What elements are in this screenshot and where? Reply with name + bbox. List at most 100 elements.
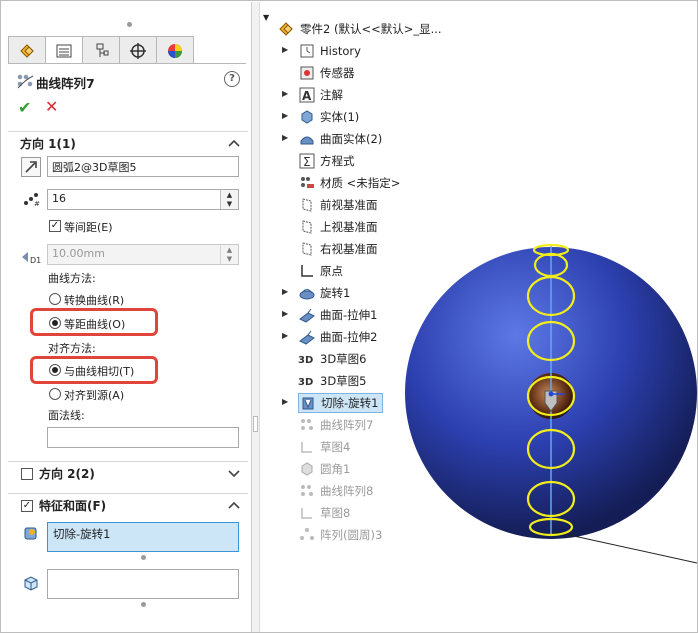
tab-property-manager[interactable] — [45, 36, 83, 64]
tree-item[interactable]: 曲面-拉伸1 — [298, 305, 377, 325]
svg-text:3D: 3D — [298, 355, 313, 366]
surface-extrude-icon — [298, 329, 316, 345]
tab-feature-manager[interactable] — [8, 36, 46, 64]
history-icon — [298, 43, 316, 59]
panel-grip[interactable] — [127, 22, 132, 27]
tree-item[interactable]: 旋转1 — [298, 283, 350, 303]
tree-expand-arrow[interactable]: ▶ — [282, 45, 288, 54]
help-icon[interactable]: ? — [224, 71, 240, 87]
spacing-spinner[interactable]: ▲ ▼ — [220, 245, 238, 264]
tree-item[interactable]: 草图4 — [298, 437, 350, 457]
tree-item[interactable]: 材质 <未指定> — [298, 173, 400, 193]
features-section-header[interactable]: ✓ 特征和面(F) — [8, 493, 248, 517]
panel-splitter[interactable] — [252, 2, 260, 632]
tree-root-arrow[interactable]: ▼ — [263, 13, 279, 22]
tree-item[interactable]: History — [298, 41, 361, 61]
faces-list-box[interactable] — [47, 569, 239, 599]
tree-item[interactable]: Σ 方程式 — [298, 151, 355, 171]
tree-expand-arrow[interactable]: ▶ — [282, 397, 288, 406]
radio-tangent-to-curve[interactable] — [49, 364, 61, 376]
reverse-direction-button[interactable] — [21, 157, 41, 177]
tree-item[interactable]: 阵列(圆周)3 — [298, 525, 382, 545]
tree-item[interactable]: 传感器 — [298, 63, 355, 83]
plane-icon — [298, 219, 316, 235]
tree-item-label: 3D草图5 — [320, 374, 367, 388]
tree-item[interactable]: 原点 — [298, 261, 343, 281]
equal-spacing-checkbox[interactable]: ✓ — [49, 220, 61, 232]
pattern-direction-input[interactable]: 圆弧2@3D草图5 — [47, 156, 239, 177]
count-spinner[interactable]: ▲ ▼ — [220, 190, 238, 209]
tree-item-label: 右视基准面 — [320, 242, 378, 256]
radio-transform-curve[interactable] — [49, 293, 61, 305]
tab-dimxpert-manager[interactable] — [119, 36, 157, 64]
tree-expand-arrow[interactable]: ▶ — [282, 133, 288, 142]
tree-item[interactable]: 实体(1) — [298, 107, 359, 127]
instance-count-input[interactable]: 16 — [47, 189, 239, 210]
tree-expand-arrow[interactable]: ▶ — [282, 89, 288, 98]
align-to-seed-label: 对齐到源(A) — [64, 389, 125, 402]
application-window: 曲线阵列7 ? ✔ ✕ 方向 1(1) 圆弧2@3D草图5 # 16 ▲ ▼ ✓ … — [0, 0, 698, 633]
material-icon — [298, 175, 316, 191]
configuration-manager-icon — [96, 43, 109, 57]
cancel-button[interactable]: ✕ — [45, 97, 58, 116]
tab-configuration-manager[interactable] — [82, 36, 120, 64]
tree-expand-arrow[interactable]: ▶ — [282, 287, 288, 296]
tree-item[interactable]: 曲面-拉伸2 — [298, 327, 377, 347]
chevron-down-icon[interactable] — [228, 467, 240, 481]
direction1-section-header[interactable]: 方向 1(1) — [8, 131, 248, 155]
annotation-icon: A — [298, 87, 316, 103]
revolve-icon — [298, 285, 316, 301]
direction2-title: 方向 2(2) — [39, 467, 95, 481]
chevron-up-icon[interactable] — [228, 499, 240, 513]
tree-item-label: 曲面-拉伸2 — [320, 330, 378, 344]
solid-body-icon — [298, 109, 316, 125]
tree-item-label: History — [320, 44, 361, 58]
direction2-section-header[interactable]: 方向 2(2) — [8, 461, 248, 485]
plane-icon — [298, 241, 316, 257]
tree-item[interactable]: 曲线阵列7 — [298, 415, 373, 435]
face-normal-input[interactable] — [47, 427, 239, 448]
offset-curve-label: 等距曲线(O) — [64, 318, 126, 331]
transform-curve-label: 转换曲线(R) — [64, 294, 125, 307]
tangent-to-curve-label: 与曲线相切(T) — [64, 365, 135, 378]
tree-item[interactable]: 曲面实体(2) — [298, 129, 382, 149]
plane-icon — [298, 197, 316, 213]
display-manager-icon — [168, 43, 182, 58]
svg-text:3D: 3D — [298, 377, 313, 388]
tree-expand-arrow[interactable]: ▶ — [282, 331, 288, 340]
features-checkbox[interactable]: ✓ — [21, 499, 33, 512]
3d-sketch-icon: 3D — [298, 373, 316, 389]
tree-expand-arrow[interactable]: ▶ — [282, 309, 288, 318]
selected-feature-item[interactable]: 切除-旋转1 — [53, 526, 110, 542]
tree-item[interactable]: 圆角1 — [298, 459, 350, 479]
chevron-up-icon[interactable] — [228, 137, 240, 151]
features-list-box[interactable]: 切除-旋转1 — [47, 522, 239, 552]
direction2-checkbox[interactable] — [21, 467, 33, 480]
tree-item[interactable]: A 注解 — [298, 85, 343, 105]
spacing-input[interactable]: 10.00mm — [47, 244, 239, 265]
tree-expand-arrow[interactable]: ▶ — [282, 111, 288, 120]
tree-item-label: 切除-旋转1 — [321, 396, 379, 410]
ok-button[interactable]: ✔ — [18, 98, 31, 117]
tree-item[interactable]: 草图8 — [298, 503, 350, 523]
tree-item[interactable]: 3D 3D草图6 — [298, 349, 367, 369]
list-resize-grip[interactable] — [141, 602, 146, 607]
tree-item[interactable]: 切除-旋转1 — [298, 393, 384, 413]
page-title: 曲线阵列7 — [36, 76, 95, 91]
tree-item[interactable]: 曲线阵列8 — [298, 481, 373, 501]
tree-item[interactable]: 3D 3D草图5 — [298, 371, 367, 391]
tree-root[interactable]: 零件2 (默认<<默认>_显... — [278, 19, 442, 39]
radio-offset-curve[interactable] — [49, 317, 61, 329]
equal-spacing-label: 等间距(E) — [64, 221, 113, 234]
tree-item[interactable]: 前视基准面 — [298, 195, 378, 215]
splitter-handle[interactable] — [253, 416, 258, 432]
tree-item[interactable]: 上视基准面 — [298, 217, 378, 237]
tab-display-manager[interactable] — [156, 36, 194, 64]
curve-pattern-icon — [298, 483, 316, 499]
tree-item-label: 草图4 — [320, 440, 351, 454]
tree-item[interactable]: 右视基准面 — [298, 239, 378, 259]
list-resize-grip[interactable] — [141, 555, 146, 560]
features-title: 特征和面(F) — [39, 499, 107, 513]
radio-align-to-seed[interactable] — [49, 388, 61, 400]
surface-extrude-icon — [298, 307, 316, 323]
